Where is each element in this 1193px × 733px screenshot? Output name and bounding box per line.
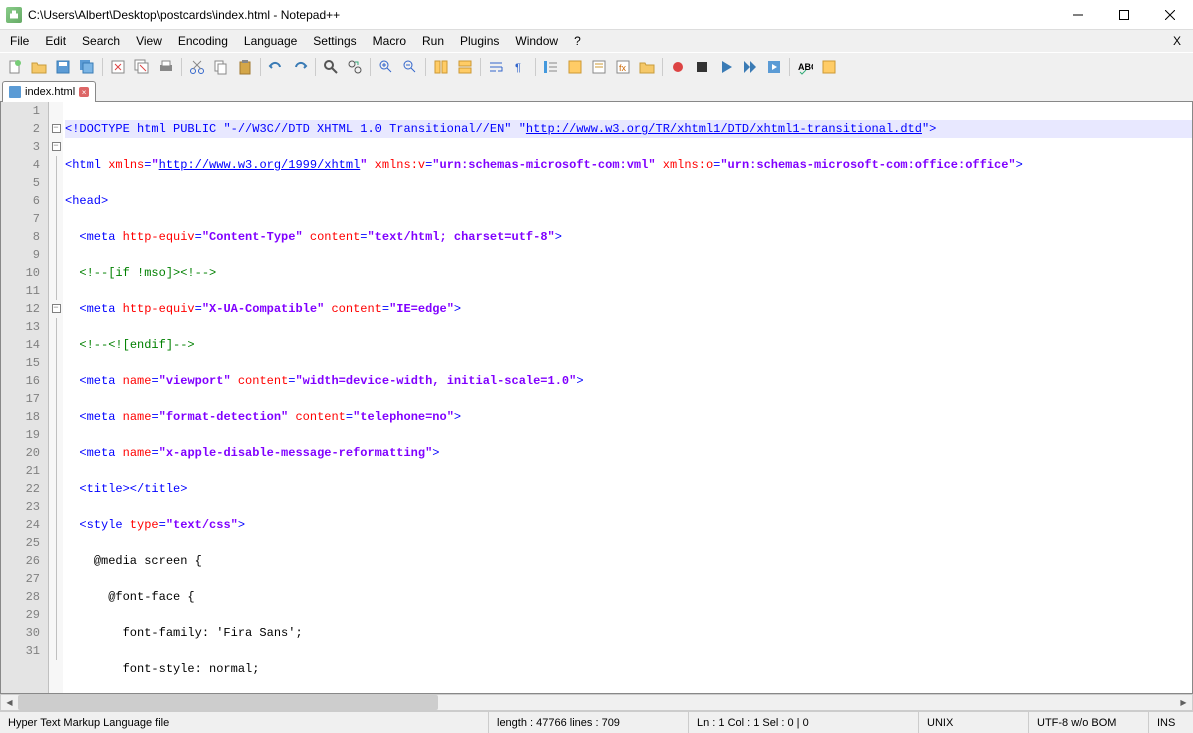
zoom-out-icon[interactable] xyxy=(399,56,421,78)
fold-column[interactable]: −−− xyxy=(49,102,63,693)
menu-close-x[interactable]: X xyxy=(1163,32,1191,50)
status-position: Ln : 1 Col : 1 Sel : 0 | 0 xyxy=(689,712,919,733)
menu-file[interactable]: File xyxy=(2,32,37,50)
toolbar-separator xyxy=(789,58,790,76)
menu-settings[interactable]: Settings xyxy=(305,32,364,50)
sync-v-icon[interactable] xyxy=(430,56,452,78)
title-bar: C:\Users\Albert\Desktop\postcards\index.… xyxy=(0,0,1193,30)
save-macro-icon[interactable] xyxy=(763,56,785,78)
show-all-chars-icon[interactable]: ¶ xyxy=(509,56,531,78)
replace-icon[interactable] xyxy=(344,56,366,78)
app-icon xyxy=(6,7,22,23)
paste-icon[interactable] xyxy=(234,56,256,78)
open-file-icon[interactable] xyxy=(28,56,50,78)
menu-language[interactable]: Language xyxy=(236,32,305,50)
doc-map-icon[interactable] xyxy=(588,56,610,78)
toolbar-separator xyxy=(662,58,663,76)
redo-icon[interactable] xyxy=(289,56,311,78)
toolbar-separator xyxy=(315,58,316,76)
toolbar-separator xyxy=(425,58,426,76)
toolbar: ¶ fx ABC xyxy=(0,52,1193,80)
play-multi-icon[interactable] xyxy=(739,56,761,78)
menu-encoding[interactable]: Encoding xyxy=(170,32,236,50)
close-button[interactable] xyxy=(1147,0,1193,30)
status-length: length : 47766 lines : 709 xyxy=(489,712,689,733)
spellcheck-icon[interactable]: ABC xyxy=(794,56,816,78)
menu-window[interactable]: Window xyxy=(507,32,566,50)
menu-search[interactable]: Search xyxy=(74,32,128,50)
toolbar-separator xyxy=(260,58,261,76)
save-icon[interactable] xyxy=(52,56,74,78)
new-file-icon[interactable] xyxy=(4,56,26,78)
menu-macro[interactable]: Macro xyxy=(365,32,414,50)
status-bar: Hyper Text Markup Language file length :… xyxy=(0,711,1193,733)
tab-label: index.html xyxy=(25,86,75,98)
status-insert-mode[interactable]: INS xyxy=(1149,712,1193,733)
record-macro-icon[interactable] xyxy=(667,56,689,78)
play-macro-icon[interactable] xyxy=(715,56,737,78)
folder-workspace-icon[interactable] xyxy=(636,56,658,78)
window-title: C:\Users\Albert\Desktop\postcards\index.… xyxy=(28,8,1055,22)
scroll-track[interactable] xyxy=(18,695,1175,710)
spellcheck-opt-icon[interactable] xyxy=(818,56,840,78)
find-icon[interactable] xyxy=(320,56,342,78)
toolbar-separator xyxy=(480,58,481,76)
stop-macro-icon[interactable] xyxy=(691,56,713,78)
status-encoding[interactable]: UTF-8 w/o BOM xyxy=(1029,712,1149,733)
menu-plugins[interactable]: Plugins xyxy=(452,32,507,50)
menu-bar: File Edit Search View Encoding Language … xyxy=(0,30,1193,52)
code-area[interactable]: <!DOCTYPE html PUBLIC "-//W3C//DTD XHTML… xyxy=(63,102,1192,693)
print-icon[interactable] xyxy=(155,56,177,78)
line-number-gutter: 1234567891011121314151617181920212223242… xyxy=(1,102,49,693)
indent-guide-icon[interactable] xyxy=(540,56,562,78)
save-all-icon[interactable] xyxy=(76,56,98,78)
user-lang-icon[interactable] xyxy=(564,56,586,78)
status-eol[interactable]: UNIX xyxy=(919,712,1029,733)
sync-h-icon[interactable] xyxy=(454,56,476,78)
menu-view[interactable]: View xyxy=(128,32,170,50)
menu-edit[interactable]: Edit xyxy=(37,32,74,50)
svg-text:¶: ¶ xyxy=(515,62,521,74)
cut-icon[interactable] xyxy=(186,56,208,78)
func-list-icon[interactable]: fx xyxy=(612,56,634,78)
menu-run[interactable]: Run xyxy=(414,32,452,50)
toolbar-separator xyxy=(535,58,536,76)
undo-icon[interactable] xyxy=(265,56,287,78)
close-all-icon[interactable] xyxy=(131,56,153,78)
copy-icon[interactable] xyxy=(210,56,232,78)
scroll-thumb[interactable] xyxy=(18,695,438,710)
tab-bar: index.html × xyxy=(0,80,1193,102)
toolbar-separator xyxy=(181,58,182,76)
scroll-left-icon[interactable]: ◀ xyxy=(1,695,18,710)
editor[interactable]: 1234567891011121314151617181920212223242… xyxy=(0,102,1193,694)
close-tab-icon[interactable]: × xyxy=(79,87,89,97)
scroll-right-icon[interactable]: ▶ xyxy=(1175,695,1192,710)
status-filetype: Hyper Text Markup Language file xyxy=(0,712,489,733)
svg-text:fx: fx xyxy=(619,63,627,73)
maximize-button[interactable] xyxy=(1101,0,1147,30)
wordwrap-icon[interactable] xyxy=(485,56,507,78)
zoom-in-icon[interactable] xyxy=(375,56,397,78)
horizontal-scrollbar[interactable]: ◀ ▶ xyxy=(0,694,1193,711)
toolbar-separator xyxy=(102,58,103,76)
menu-help[interactable]: ? xyxy=(566,32,589,50)
close-file-icon[interactable] xyxy=(107,56,129,78)
tab-index-html[interactable]: index.html × xyxy=(2,81,96,102)
file-icon xyxy=(9,86,21,98)
minimize-button[interactable] xyxy=(1055,0,1101,30)
toolbar-separator xyxy=(370,58,371,76)
